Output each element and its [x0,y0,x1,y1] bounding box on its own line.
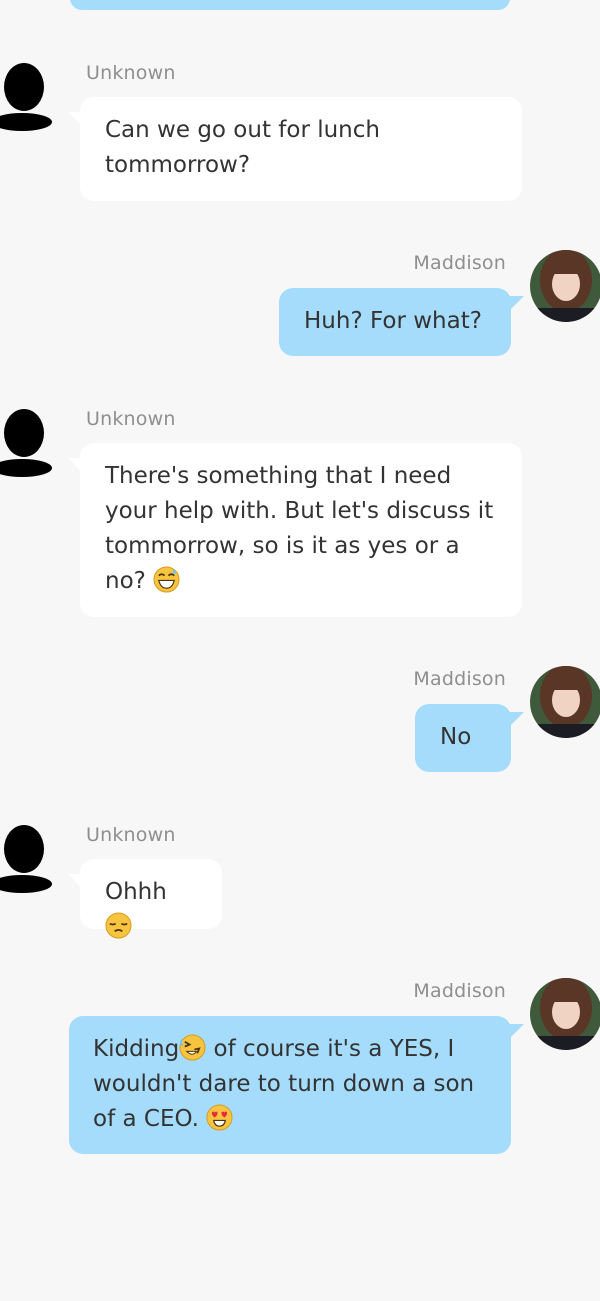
message-text: Kidding [93,1036,180,1062]
message-bubble[interactable]: Kidding of course it's a YES, I wouldn't… [69,1016,511,1154]
sender-name: Maddison [413,668,506,690]
grinning-sweat-emoji [153,566,180,593]
sender-name: Unknown [86,408,176,430]
heart-eyes-emoji [206,1104,233,1131]
pensive-emoji [105,912,132,939]
sender-name: Maddison [413,980,506,1002]
bubble-tail [510,296,524,310]
user-photo-avatar[interactable] [530,978,600,1050]
message-bubble[interactable]: No [415,704,511,772]
person-silhouette-icon[interactable] [0,408,58,480]
message-bubble[interactable]: Can we go out for lunch tommorrow? [80,97,522,201]
sender-name: Maddison [413,252,506,274]
user-photo-avatar[interactable] [530,666,600,738]
message-text: Huh? For what? [304,308,482,334]
message-text: Ohhh [105,879,167,905]
bubble-tail [510,712,524,726]
message-text: Can we go out for lunch tommorrow? [105,117,380,178]
user-photo-avatar[interactable] [530,250,600,322]
person-silhouette-icon[interactable] [0,62,58,134]
rofl-emoji [179,1034,206,1061]
sender-name: Unknown [86,824,176,846]
bubble-tail [510,1024,524,1038]
message-bubble[interactable]: Huh? For what? [279,288,511,356]
message-bubble[interactable]: Ohhh [80,859,222,939]
message-text: No [440,724,472,750]
person-silhouette-icon[interactable] [0,824,58,896]
sender-name: Unknown [86,62,176,84]
message-bubble[interactable]: There's something that I need your help … [80,443,522,617]
previous-message-bubble [70,0,510,10]
